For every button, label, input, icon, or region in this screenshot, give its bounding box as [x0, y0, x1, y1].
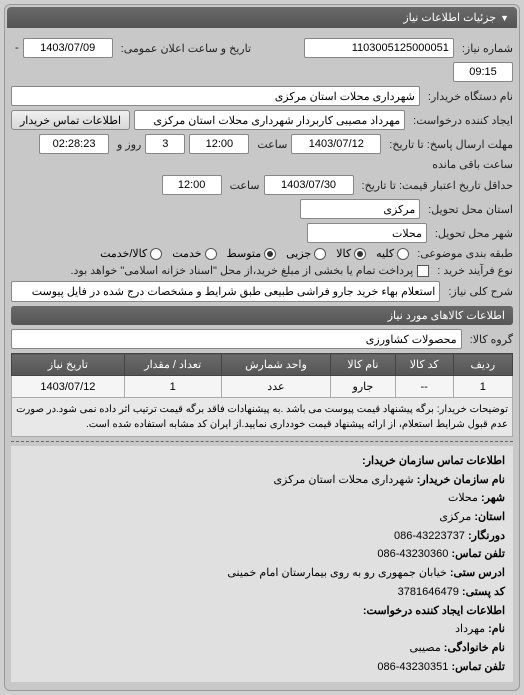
creator-lastname: مصیبی	[409, 642, 440, 654]
th-date: تاریخ نیاز	[12, 354, 125, 376]
radio-part[interactable]: جزیی	[286, 247, 326, 260]
phone-label: تلفن تماس:	[451, 548, 505, 560]
contact-province-label: استان:	[474, 511, 505, 523]
td-date: 1403/07/12	[12, 376, 125, 398]
remain-days-field: 3	[145, 134, 185, 154]
desc-field: استعلام بهاء خرید جارو فراشی طبیعی طبق ش…	[11, 281, 440, 302]
contact-province: مرکزی	[439, 511, 471, 523]
process-text: پرداخت تمام یا بخشی از مبلغ خرید،از محل …	[70, 264, 413, 277]
notes-row: توضیحات خریدار: برگه پیشنهاد قیمت پیوست …	[12, 398, 513, 437]
panel-title: جزئیات اطلاعات نیاز	[403, 11, 496, 24]
notes-label: توضیحات خریدار:	[437, 404, 508, 415]
creator-phone-label: تلفن تماس:	[451, 661, 505, 673]
td-unit: عدد	[221, 376, 331, 398]
creator-name-label: نام:	[488, 623, 505, 635]
th-row: ردیف	[453, 354, 512, 376]
valid-date-field: 1403/07/30	[264, 175, 354, 195]
category-label: طبقه بندی موضوعی:	[417, 247, 513, 260]
notes-text: برگه پیشنهاد قیمت پیوست می باشد .به پیشن…	[16, 404, 508, 430]
details-panel: ▼ جزئیات اطلاعات نیاز شماره نیاز: 110300…	[4, 4, 520, 691]
fax: 43223737-086	[394, 530, 465, 542]
saat-label: ساعت	[257, 138, 287, 151]
th-code: کد کالا	[395, 354, 453, 376]
valid-time-field: 12:00	[162, 175, 222, 195]
creator-name: مهرداد	[455, 623, 485, 635]
valid-label: حداقل تاریخ اعتبار قیمت: تا تاریخ:	[362, 179, 513, 192]
postal-label: کد پستی:	[462, 586, 505, 598]
contact-section: اطلاعات تماس سازمان خریدار: نام سازمان خ…	[11, 446, 513, 682]
phone: 43230360-086	[377, 548, 448, 560]
panel-header[interactable]: ▼ جزئیات اطلاعات نیاز	[7, 7, 517, 28]
td-name: جارو	[331, 376, 395, 398]
radio-icon	[354, 248, 366, 260]
th-qty: تعداد / مقدار	[124, 354, 221, 376]
radio-icon	[314, 248, 326, 260]
contact-org-label: نام سازمان خریدار:	[417, 474, 505, 486]
delivery-province-label: استان محل تحویل:	[428, 203, 513, 216]
radio-both[interactable]: کالا/خدمت	[100, 247, 162, 260]
goods-table: ردیف کد کالا نام کالا واحد شمارش تعداد /…	[11, 353, 513, 437]
td-qty: 1	[124, 376, 221, 398]
th-name: نام کالا	[331, 354, 395, 376]
radio-icon	[150, 248, 162, 260]
goods-section-title: اطلاعات کالاهای مورد نیاز	[11, 306, 513, 325]
process-checkbox[interactable]	[417, 265, 429, 277]
td-code: --	[395, 376, 453, 398]
radio-icon	[205, 248, 217, 260]
deadline-label: مهلت ارسال پاسخ: تا تاریخ:	[389, 138, 513, 151]
creator-info-title: اطلاعات ایجاد کننده درخواست:	[363, 605, 505, 617]
creator-phone: 43230351-086	[377, 661, 448, 673]
contact-info-button[interactable]: اطلاعات تماس خریدار	[11, 110, 130, 130]
creator-field: مهرداد مصیبی کاربردار شهرداری محلات استا…	[134, 110, 405, 130]
deadline-date-field: 1403/07/12	[291, 134, 381, 154]
radio-medium[interactable]: متوسط	[227, 247, 277, 260]
contact-city: محلات	[448, 492, 478, 504]
delivery-city-label: شهر محل تحویل:	[435, 227, 513, 240]
radio-goods[interactable]: کالا	[336, 247, 366, 260]
desc-label: شرح کلی نیاز:	[448, 285, 513, 298]
contact-org: شهرداری محلات استان مرکزی	[273, 474, 413, 486]
buyer-org-field: شهرداری محلات استان مرکزی	[11, 86, 420, 106]
divider	[11, 441, 513, 442]
postal: 3781646479	[398, 586, 459, 598]
deadline-time-field: 12:00	[189, 134, 249, 154]
collapse-icon: ▼	[500, 13, 509, 23]
radio-all[interactable]: کلیه	[376, 247, 409, 260]
panel-body: شماره نیاز: 1103005125000051 تاریخ و ساع…	[7, 28, 517, 688]
contact-title: اطلاعات تماس سازمان خریدار:	[362, 455, 505, 467]
th-unit: واحد شمارش	[221, 354, 331, 376]
announce-time-field: 09:15	[453, 62, 513, 82]
remain-time-field: 02:28:23	[39, 134, 109, 154]
delivery-city-field: محلات	[307, 223, 427, 243]
fax-label: دورنگار:	[468, 530, 505, 542]
address: خیابان جمهوری رو به روی بیمارستان امام خ…	[227, 567, 446, 579]
request-number-field: 1103005125000051	[304, 38, 454, 58]
buyer-org-label: نام دستگاه خریدار:	[428, 90, 513, 103]
creator-label: ایجاد کننده درخواست:	[413, 114, 513, 127]
request-number-label: شماره نیاز:	[462, 42, 513, 55]
contact-city-label: شهر:	[481, 492, 505, 504]
creator-lastname-label: نام خانوادگی:	[444, 642, 505, 654]
announce-date-field: 1403/07/09	[23, 38, 113, 58]
table-header-row: ردیف کد کالا نام کالا واحد شمارش تعداد /…	[12, 354, 513, 376]
remain-days-label: روز و	[117, 138, 141, 151]
delivery-province-field: مرکزی	[300, 199, 420, 219]
process-label: نوع فرآیند خرید :	[437, 264, 513, 277]
table-row[interactable]: 1 -- جارو عدد 1 1403/07/12	[12, 376, 513, 398]
goods-group-field: محصولات کشاورزی	[11, 329, 462, 349]
address-label: ادرس ستی:	[450, 567, 505, 579]
remain-label: ساعت باقی مانده	[432, 158, 513, 171]
category-radio-group: کلیه کالا جزیی متوسط خدمت کالا/خدمت	[100, 247, 409, 260]
radio-service[interactable]: خدمت	[172, 247, 216, 260]
radio-icon	[264, 248, 276, 260]
goods-group-label: گروه کالا:	[470, 333, 513, 346]
announce-label: تاریخ و ساعت اعلان عمومی:	[121, 42, 251, 55]
saat-label-2: ساعت	[230, 179, 260, 192]
radio-icon	[397, 248, 409, 260]
td-row: 1	[453, 376, 512, 398]
